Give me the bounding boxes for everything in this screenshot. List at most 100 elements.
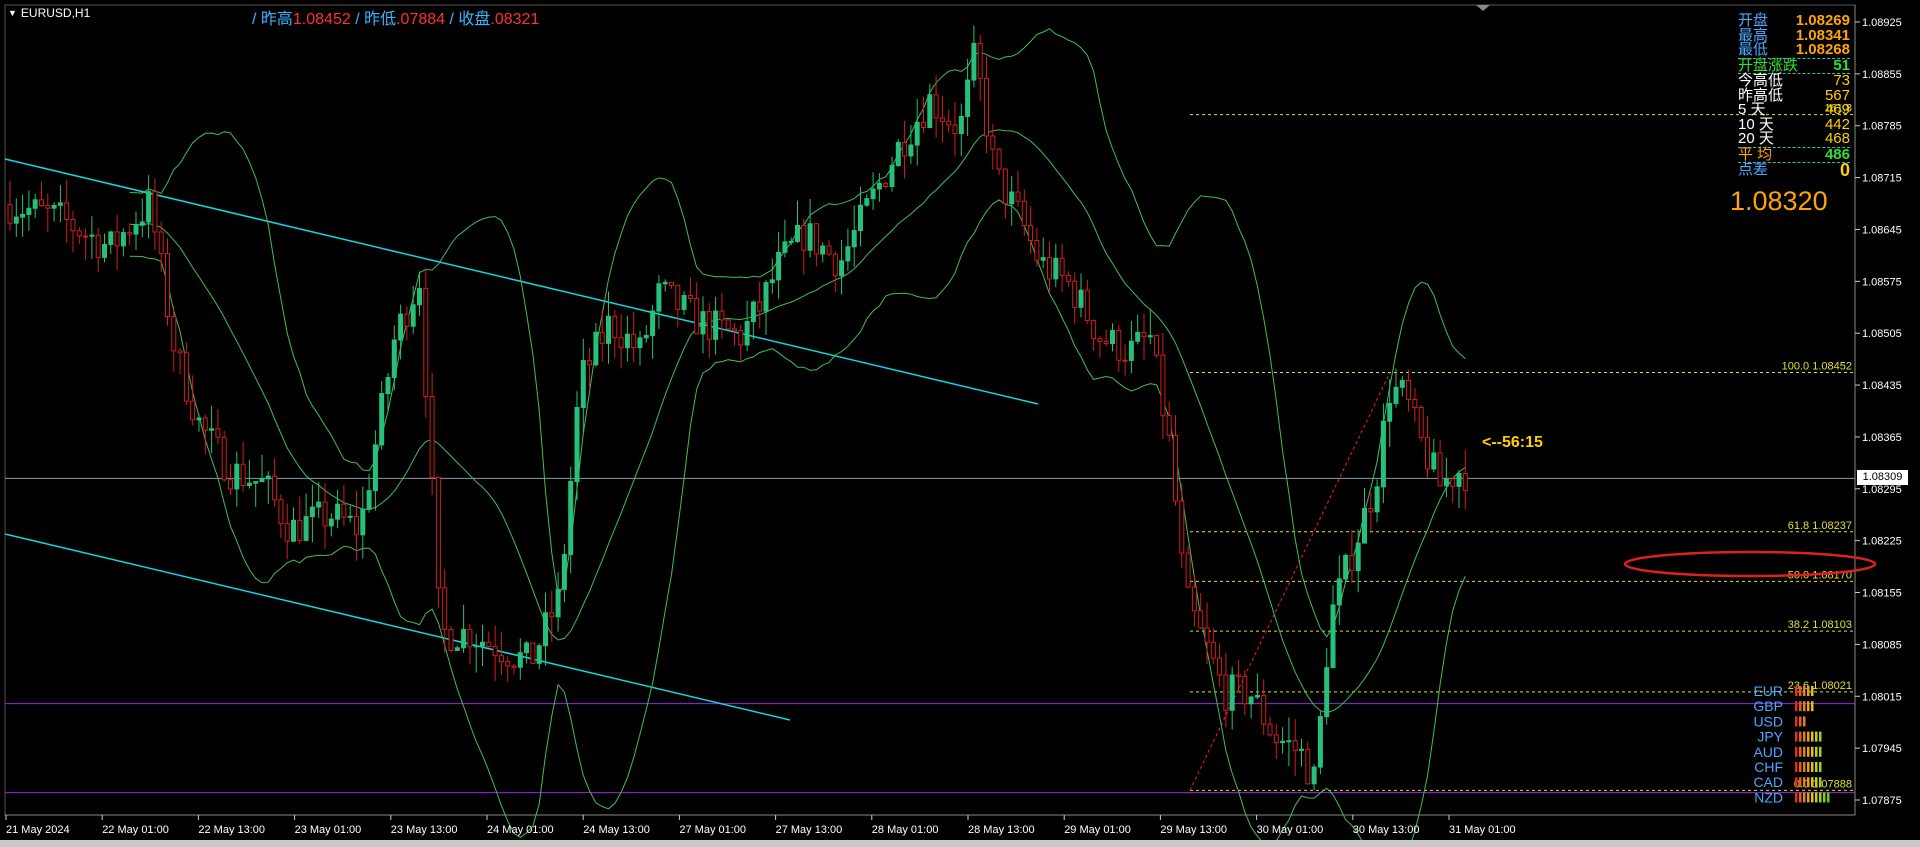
candle-body (1267, 723, 1273, 736)
symbol-menu-icon[interactable]: ▼ (8, 8, 17, 18)
candle-body (1229, 674, 1235, 711)
candle-body (322, 501, 328, 527)
strength-bar (1799, 746, 1802, 757)
strength-bar (1803, 701, 1806, 712)
candle-body (328, 518, 334, 527)
candle-body (498, 655, 504, 663)
candle-body (1015, 191, 1021, 202)
candle-body (57, 202, 63, 206)
candle-body (939, 117, 945, 122)
candle-body (259, 478, 265, 483)
candle-body (1406, 379, 1412, 401)
candle-body (984, 77, 989, 137)
strength-bar (1811, 777, 1814, 788)
price-tick-label: 1.08715 (1862, 173, 1902, 185)
candle-body (599, 331, 605, 344)
candle-body (95, 234, 101, 258)
price-tick-label: 1.07945 (1862, 743, 1902, 755)
strength-bar (1811, 792, 1814, 803)
candle-body (643, 334, 649, 339)
candle-body (1160, 354, 1166, 417)
candle-body (177, 350, 183, 354)
chart-tabs-bar[interactable] (0, 840, 1920, 847)
time-tick-label: 22 May 01:00 (102, 824, 169, 836)
candle-body (1305, 748, 1311, 785)
prev-day-stats: / 昨高1.08452 / 昨低.07884 / 收盘.08321 (252, 5, 539, 29)
candle-body (914, 121, 920, 146)
candle-body (486, 641, 492, 647)
low-row: 最低 1.08268 (1738, 42, 1850, 58)
symbol-header[interactable]: ▼ EURUSD,H1 (8, 5, 90, 21)
candle-body (1028, 225, 1034, 241)
spread-label: 点差 (1738, 161, 1769, 178)
price-tick-label: 1.08575 (1862, 276, 1902, 288)
strength-bar (1815, 731, 1818, 742)
candle-body (372, 444, 378, 492)
candle-body (265, 475, 271, 480)
strength-bar (1823, 792, 1826, 803)
candle-body (1135, 331, 1141, 342)
candle-body (1330, 604, 1336, 669)
candle-body (202, 417, 208, 431)
candle-body (624, 333, 630, 349)
candle-body (927, 94, 933, 129)
candle-body (1324, 667, 1330, 718)
candle-body (876, 182, 882, 190)
candle-body (291, 519, 296, 542)
time-tick-label: 23 May 13:00 (391, 824, 458, 836)
candle-body (234, 463, 240, 490)
time-tick-label: 28 May 01:00 (872, 824, 939, 836)
candle-body (1084, 289, 1090, 322)
candle-body (1122, 359, 1128, 362)
candle-body (1248, 696, 1254, 705)
change-value: 51 (1833, 56, 1850, 74)
price-tick-label: 1.08435 (1862, 380, 1902, 392)
candle-body (996, 148, 1002, 170)
candle-body (1462, 472, 1468, 492)
candle-body (51, 204, 57, 209)
price-tick-label: 1.07875 (1862, 795, 1902, 807)
candle-body (744, 321, 750, 346)
price-tick-label: 1.08645 (1862, 224, 1902, 236)
channel-lower-line[interactable] (4, 533, 791, 721)
candle-body (1191, 586, 1197, 612)
chart-window[interactable]: 100.0 1.08452 61.8 1.08237 50.0 1.08170 38.… (0, 0, 1920, 847)
candle-body (845, 246, 851, 262)
candle-body (442, 587, 448, 631)
candle-body (593, 331, 599, 366)
currency-name: CHF (1754, 759, 1783, 775)
candle-body (133, 224, 139, 235)
candle-body (952, 124, 958, 135)
candle-body (20, 213, 26, 218)
candle-body (795, 224, 800, 242)
candle-body (70, 218, 76, 232)
candle-body (807, 223, 813, 251)
strength-bar (1811, 746, 1814, 757)
current-price-tag: 1.08309 (1857, 470, 1908, 485)
candle-body (272, 475, 278, 501)
candle-body (480, 641, 485, 647)
candle-body (606, 315, 611, 344)
candle-body (26, 207, 32, 215)
spread-row: 点差 0 (1738, 161, 1850, 178)
candle-body (209, 428, 215, 431)
highlight-ellipse[interactable] (1623, 550, 1877, 578)
strength-bar (1811, 686, 1814, 696)
candle-body (1223, 674, 1229, 711)
prev-low-value: .07884 (396, 11, 446, 28)
strength-bar (1811, 701, 1814, 712)
candle-body (618, 337, 624, 349)
strength-bar (1819, 762, 1822, 772)
candle-body (687, 295, 693, 299)
candle-body (417, 288, 422, 306)
price-chart[interactable]: 100.0 1.0845261.8 1.0823750.0 1.0817038.… (0, 0, 1920, 847)
candle-body (360, 508, 366, 536)
candle-body (196, 417, 202, 421)
fib-level-label: 61.8 1.08237 (1788, 520, 1852, 532)
candle-body (908, 144, 914, 157)
scroll-marker-icon[interactable] (1476, 5, 1490, 11)
candle-body (990, 135, 996, 150)
candle-body (1236, 674, 1241, 677)
candle-body (1116, 329, 1122, 361)
candle-body (1047, 257, 1052, 280)
